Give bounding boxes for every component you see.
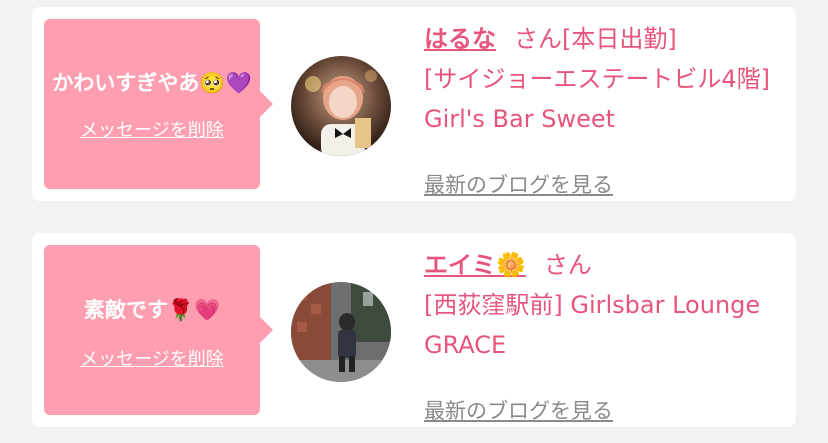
latest-blog-link[interactable]: 最新のブログを見る: [424, 169, 613, 199]
avatar-photo: [291, 56, 391, 156]
avatar-photo: [291, 282, 391, 382]
honorific: さん: [514, 25, 562, 53]
message-card: 素敵です🌹💗 メッセージを削除 エイミ🌼 さん [西荻窪駅前] Girlsbar …: [32, 233, 796, 427]
shop-name: [西荻窪駅前] Girlsbar Lounge GRACE: [424, 291, 761, 359]
delete-message-link[interactable]: メッセージを削除: [80, 116, 224, 142]
profile-info: はるな さん[本日出勤] [サイジョーエステートビル4階] Girl's Bar …: [424, 19, 784, 197]
shop-name: [サイジョーエステートビル4階] Girl's Bar Sweet: [424, 65, 770, 133]
message-bubble: 素敵です🌹💗 メッセージを削除: [44, 245, 273, 415]
name-row: はるな さん[本日出勤]: [424, 19, 784, 59]
honorific: さん: [543, 251, 592, 279]
work-status: [本日出勤]: [562, 25, 677, 53]
message-text: 素敵です🌹💗: [83, 298, 221, 322]
avatar[interactable]: [291, 282, 391, 382]
latest-blog-link[interactable]: 最新のブログを見る: [424, 395, 613, 425]
name-row: エイミ🌼 さん: [424, 245, 784, 285]
message-card: かわいすぎやあ🥺💜 メッセージを削除 はるな さん[本日出勤] [サイジョーエス…: [32, 7, 796, 201]
message-bubble: かわいすぎやあ🥺💜 メッセージを削除: [44, 19, 273, 189]
avatar[interactable]: [291, 56, 391, 156]
profile-info: エイミ🌼 さん [西荻窪駅前] Girlsbar Lounge GRACE 最新の…: [424, 245, 784, 423]
cast-name-link[interactable]: はるな: [424, 25, 496, 53]
delete-message-link[interactable]: メッセージを削除: [80, 345, 224, 371]
cast-name-link[interactable]: エイミ🌼: [424, 251, 526, 279]
message-text: かわいすぎやあ🥺💜: [52, 71, 252, 95]
